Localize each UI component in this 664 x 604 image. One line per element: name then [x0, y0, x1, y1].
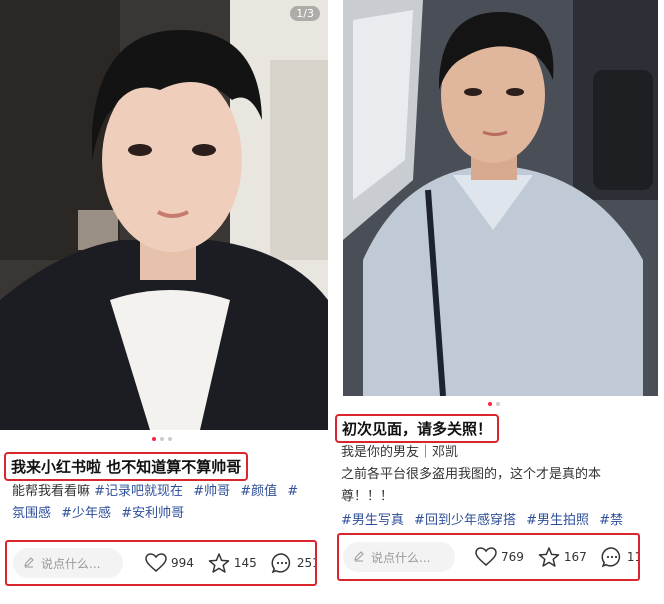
post-card-left[interactable]: 1/3 我来小红书啦 也不知道算不算帅哥 能帮我看看嘛 #记录吧就现在 #帅哥 … — [0, 0, 328, 604]
comment-button[interactable]: 11€ — [601, 546, 638, 568]
like-button[interactable]: 769 — [475, 547, 524, 567]
post-body-tags: 能帮我看看嘛 #记录吧就现在 #帅哥 #颜值 # 氛围感 #少年感 #安利帅哥 — [12, 481, 324, 525]
hashtag[interactable]: #禁 — [599, 513, 623, 528]
hashtag[interactable]: #回到少年感穿搭 — [414, 513, 516, 528]
carousel-dots — [152, 437, 172, 441]
comment-input[interactable]: 说点什么... — [343, 542, 455, 572]
carousel-dot-active — [152, 437, 156, 441]
post-body: 我是你的男友｜邓凯 之前各平台很多盗用我图的，这个才是真的本 尊！！！ — [341, 442, 661, 508]
body-line: 我是你的男友｜邓凯 — [341, 445, 459, 460]
pencil-icon — [353, 550, 365, 565]
body-line: 之前各平台很多盗用我图的，这个才是真的本 — [341, 467, 602, 482]
post-photo-left[interactable]: 1/3 — [0, 0, 328, 430]
carousel-dot — [160, 437, 164, 441]
star-icon — [538, 546, 560, 568]
comment-icon — [601, 546, 623, 568]
heart-icon — [475, 547, 497, 567]
collect-count: 145 — [233, 556, 257, 570]
like-count: 994 — [171, 556, 194, 570]
hashtag[interactable]: #颜值 — [240, 484, 277, 499]
hashtag[interactable]: # — [287, 484, 298, 499]
hashtag[interactable]: 氛围感 — [12, 506, 51, 521]
body-text: 能帮我看看嘛 — [12, 484, 91, 499]
comment-placeholder: 说点什么... — [371, 550, 431, 565]
like-count: 769 — [501, 550, 524, 564]
image-counter: 1/3 — [290, 6, 320, 21]
post-title: 初次见面，请多关照！ — [335, 414, 500, 443]
post-title: 我来小红书啦 也不知道算不算帅哥 — [4, 452, 249, 481]
comment-button[interactable]: 251 — [271, 552, 315, 574]
action-bar: 说点什么... 994 145 251 — [5, 540, 317, 586]
hashtag[interactable]: #男生拍照 — [526, 513, 589, 528]
body-line: 尊！！！ — [341, 489, 394, 504]
comment-count: 11€ — [626, 550, 638, 564]
carousel-dot-active — [488, 402, 492, 406]
action-bar: 说点什么... 769 167 11€ — [337, 533, 640, 581]
comment-icon — [271, 552, 293, 574]
post-tags: #男生写真 #回到少年感穿搭 #男生拍照 #禁 — [341, 510, 664, 532]
collect-button[interactable]: 145 — [208, 552, 257, 574]
collect-count: 167 — [563, 550, 587, 564]
hashtag[interactable]: #男生写真 — [341, 513, 404, 528]
comment-count: 251 — [296, 556, 315, 570]
carousel-dot — [496, 402, 500, 406]
hashtag[interactable]: #安利帅哥 — [121, 506, 184, 521]
post-card-right[interactable]: 初次见面，请多关照！ 我是你的男友｜邓凯 之前各平台很多盗用我图的，这个才是真的… — [335, 0, 664, 604]
comment-placeholder: 说点什么... — [41, 556, 101, 571]
star-icon — [208, 552, 230, 574]
collect-button[interactable]: 167 — [538, 546, 587, 568]
carousel-dots — [488, 402, 500, 406]
hashtag[interactable]: #少年感 — [61, 506, 111, 521]
like-button[interactable]: 994 — [145, 553, 194, 573]
comment-input[interactable]: 说点什么... — [13, 548, 123, 578]
heart-icon — [145, 553, 167, 573]
hashtag[interactable]: #帅哥 — [193, 484, 230, 499]
carousel-dot — [168, 437, 172, 441]
pencil-icon — [23, 556, 35, 571]
hashtag[interactable]: #记录吧就现在 — [94, 484, 183, 499]
post-photo-right[interactable] — [343, 0, 658, 396]
